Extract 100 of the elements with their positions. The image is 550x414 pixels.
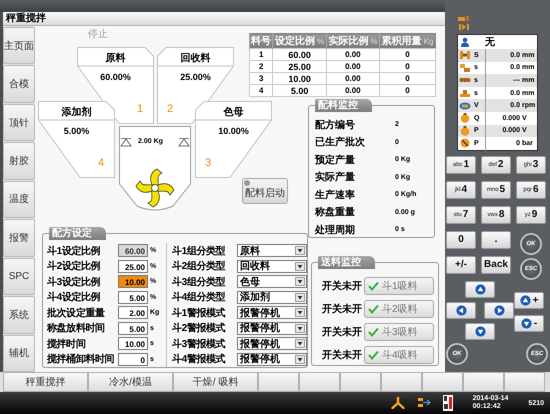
monitor-label: 实际产量 xyxy=(315,170,355,184)
table-cell: 10.00 xyxy=(272,72,326,84)
setting-label: 斗4设定比例 xyxy=(47,290,100,304)
hopper-number: 3 xyxy=(205,157,212,169)
column-header: 累积用量 Kg xyxy=(379,34,436,48)
setting-label: 斗1警报模式 xyxy=(172,306,226,320)
start-batching-button[interactable]: 配料启动 xyxy=(242,178,288,204)
gauge-icon xyxy=(459,113,471,124)
setting-label: 斗2设定比例 xyxy=(47,259,100,274)
left-button[interactable] xyxy=(446,302,476,319)
sidebar-button[interactable]: 顶针 xyxy=(3,104,35,142)
dropdown-arrow-icon xyxy=(295,339,305,348)
input-field[interactable]: 2.00 xyxy=(118,306,148,320)
operator-value: 无 xyxy=(473,34,538,49)
keypad-key[interactable]: +/- xyxy=(446,256,476,274)
hopper-number: 4 xyxy=(98,157,104,169)
table-cell: 25.00 xyxy=(272,60,326,72)
table-cell: 0 xyxy=(379,72,436,84)
input-field[interactable]: 10.00 xyxy=(118,275,148,288)
feed-button[interactable]: 斗1吸料 xyxy=(364,276,434,294)
right-button[interactable] xyxy=(484,302,514,319)
column-header: 设定比例 % xyxy=(272,34,326,48)
sidebar-button[interactable]: 辅机 xyxy=(3,334,35,372)
hopper-name: 原料 xyxy=(106,52,126,65)
sidebar-button[interactable]: 合模 xyxy=(3,65,35,103)
monitor-label: 处理周期 xyxy=(315,224,355,237)
table-cell: 3 xyxy=(250,72,273,84)
dropdown-arrow-icon xyxy=(295,324,305,333)
table-cell: 0.00 xyxy=(326,48,380,60)
dropdown[interactable]: 回收料 xyxy=(237,260,307,273)
feed-button[interactable]: 斗4吸料 xyxy=(364,346,434,364)
hopper-name: 回收料 xyxy=(180,52,210,65)
dropdown[interactable]: 报警停机 xyxy=(237,352,307,366)
check-icon xyxy=(368,326,379,336)
table-cell: 0 xyxy=(379,48,436,60)
sidebar-button[interactable]: 主页面 xyxy=(3,27,35,64)
switch-status: 开关未开 xyxy=(322,280,362,292)
setting-label: 斗2警报模式 xyxy=(172,322,226,336)
usb-icon xyxy=(442,395,453,411)
page-tab[interactable]: 秤重搅拌 xyxy=(3,372,88,392)
dropdown[interactable]: 报警停机 xyxy=(237,306,307,320)
input-field[interactable]: 10.00 xyxy=(118,337,148,350)
page-tab[interactable]: 冷水/模温 xyxy=(88,372,173,392)
feed-button[interactable]: 斗2吸料 xyxy=(364,300,434,318)
sidebar-button[interactable]: 射胶 xyxy=(3,142,35,180)
check-icon xyxy=(368,304,379,314)
decrease-button[interactable]: - xyxy=(514,314,544,332)
table-cell: 0 xyxy=(379,60,436,72)
keypad-key[interactable]: Back xyxy=(481,256,511,274)
table-cell: 2 xyxy=(250,60,273,72)
table-cell: 0.00 xyxy=(326,72,380,84)
panel-title: 配料监控 xyxy=(315,99,372,112)
arrow-up-icon xyxy=(474,284,486,295)
input-field[interactable]: 0 xyxy=(118,352,148,366)
setting-label: 斗3组分类型 xyxy=(172,276,226,289)
dropdown[interactable]: 添加剂 xyxy=(237,290,307,304)
dropdown[interactable]: 报警停机 xyxy=(237,337,307,350)
down-button[interactable] xyxy=(465,322,495,340)
up-button[interactable] xyxy=(465,280,495,298)
page-tab[interactable]: 干燥/ 吸料 xyxy=(173,372,258,392)
table-cell: 0.00 xyxy=(326,84,380,96)
ejector-icon xyxy=(459,62,471,73)
table-cell: 0.00 xyxy=(326,60,380,72)
hopper-ratio: 25.00% xyxy=(180,72,211,82)
keypad-key[interactable]: 0 xyxy=(446,230,476,249)
sidebar-button[interactable]: 报警 xyxy=(3,219,35,257)
arrow-up-icon xyxy=(520,294,531,306)
arrow-down-icon xyxy=(520,318,532,329)
hopper-number: 2 xyxy=(167,103,174,115)
increase-button[interactable]: + xyxy=(514,292,544,309)
dropdown[interactable]: 报警停机 xyxy=(237,322,307,335)
setting-label: 斗4组分类型 xyxy=(172,290,226,304)
keypad-key[interactable]: . xyxy=(481,230,511,249)
dropdown[interactable]: 原料 xyxy=(237,244,307,258)
input-field[interactable]: 5.00 xyxy=(118,290,148,304)
connector-icon xyxy=(416,397,431,409)
panel-title: 送料监控 xyxy=(318,256,375,269)
setting-label: 搅拌时间 xyxy=(47,338,86,351)
dropdown-arrow-icon xyxy=(295,262,305,271)
fan-icon xyxy=(390,397,405,409)
input-field[interactable]: 5.00 xyxy=(118,322,148,335)
setting-label: 斗4警报模式 xyxy=(172,352,226,366)
sidebar-button[interactable]: 系统 xyxy=(3,296,35,334)
monitor-label: 称盘重量 xyxy=(315,206,355,220)
panel-title: 配方设定 xyxy=(49,227,106,240)
input-field[interactable]: 25.00 xyxy=(118,260,148,273)
table-cell: 1 xyxy=(250,48,273,60)
feed-button[interactable]: 斗3吸料 xyxy=(364,322,434,340)
table-cell: 60.00 xyxy=(272,48,326,60)
window-title: 秤重搅拌 xyxy=(6,12,46,25)
setting-label: 斗1设定比例 xyxy=(47,244,100,258)
hopper-ratio: 5.00% xyxy=(64,126,90,136)
dropdown[interactable]: 色母 xyxy=(237,275,307,288)
hopper-ratio: 60.00% xyxy=(100,72,131,82)
switch-status: 开关未开 xyxy=(322,326,362,338)
monitor-label: 预定产量 xyxy=(315,153,355,167)
switch-status: 开关未开 xyxy=(322,348,362,362)
gauge-icon xyxy=(459,126,471,136)
sidebar-button[interactable]: SPC xyxy=(3,258,35,296)
sidebar-button[interactable]: 温度 xyxy=(3,180,35,218)
